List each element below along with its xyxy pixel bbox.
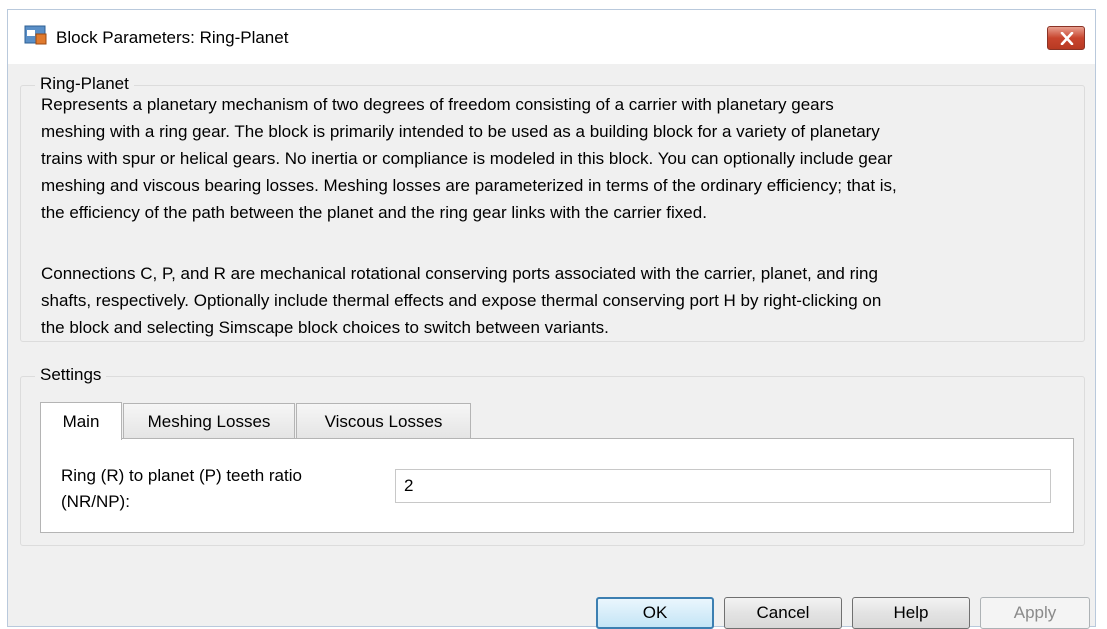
description-group-label: Ring-Planet	[35, 74, 134, 94]
tab-panel-main: Ring (R) to planet (P) teeth ratio (NR/N…	[40, 438, 1074, 533]
tab-meshing-losses[interactable]: Meshing Losses	[123, 403, 295, 439]
description-paragraph-2: Connections C, P, and R are mechanical r…	[41, 260, 1091, 341]
teeth-ratio-label-line: Ring (R) to planet (P) teeth ratio	[61, 466, 302, 485]
cancel-button[interactable]: Cancel	[724, 597, 842, 629]
teeth-ratio-label: Ring (R) to planet (P) teeth ratio (NR/N…	[61, 463, 391, 515]
block-parameters-dialog: Block Parameters: Ring-Planet Represents…	[7, 9, 1096, 629]
description-line: shafts, respectively. Optionally include…	[41, 291, 882, 310]
apply-button: Apply	[980, 597, 1090, 629]
window-title: Block Parameters: Ring-Planet	[56, 28, 289, 47]
close-icon	[1060, 32, 1074, 45]
description-line: meshing and viscous bearing losses. Mesh…	[41, 176, 897, 195]
description-line: Represents a planetary mechanism of two …	[41, 95, 834, 114]
tab-main[interactable]: Main	[40, 402, 122, 440]
description-line: meshing with a ring gear. The block is p…	[41, 122, 880, 141]
description-group: Represents a planetary mechanism of two …	[20, 85, 1085, 342]
description-paragraph-1: Represents a planetary mechanism of two …	[41, 91, 1091, 226]
teeth-ratio-input[interactable]	[395, 469, 1051, 503]
description-line: the block and selecting Simscape block c…	[41, 318, 609, 337]
description-line: the efficiency of the path between the p…	[41, 203, 707, 222]
title-bar[interactable]: Block Parameters: Ring-Planet	[8, 10, 1095, 64]
settings-group-label: Settings	[35, 365, 107, 385]
tab-viscous-losses[interactable]: Viscous Losses	[296, 403, 471, 439]
ok-button[interactable]: OK	[596, 597, 714, 629]
close-button[interactable]	[1047, 26, 1085, 50]
block-parameters-icon	[24, 24, 48, 46]
teeth-ratio-label-line: (NR/NP):	[61, 492, 130, 511]
description-line: trains with spur or helical gears. No in…	[41, 149, 893, 168]
description-line: Connections C, P, and R are mechanical r…	[41, 264, 878, 283]
help-button[interactable]: Help	[852, 597, 970, 629]
